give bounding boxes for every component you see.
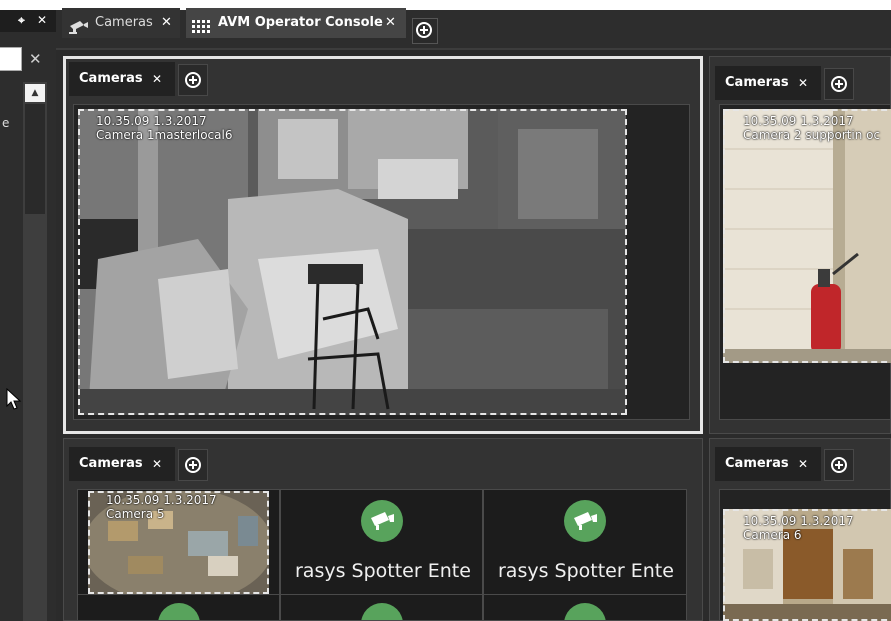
camera-name: Camera 6 bbox=[743, 528, 802, 542]
add-tab-icon bbox=[185, 72, 201, 88]
camera-timestamp: 10.35.09 1.3.2017 bbox=[106, 493, 217, 507]
scroll-up-icon[interactable]: ▲ bbox=[25, 84, 45, 102]
panel-tab-label: Cameras bbox=[79, 71, 143, 86]
pin-icon[interactable]: ⌖ bbox=[18, 13, 25, 28]
add-view-button[interactable] bbox=[824, 449, 854, 481]
panel-tab-label: Cameras bbox=[79, 456, 143, 471]
panel-tab-cameras[interactable]: Cameras ✕ bbox=[715, 66, 821, 100]
mouse-cursor-icon bbox=[6, 387, 22, 414]
camera-name: Camera 2 supportin oc bbox=[743, 128, 881, 142]
add-tab-icon bbox=[831, 457, 847, 473]
clear-search-icon[interactable]: ✕ bbox=[29, 50, 42, 68]
tab-avm-operator-console[interactable]: AVM Operator Console ✕ bbox=[186, 8, 406, 38]
camera-icon bbox=[68, 16, 90, 46]
close-icon[interactable]: ✕ bbox=[37, 13, 47, 27]
app-window: ⌖ ✕ ✕ e ▲ Cameras ✕ AVM Operator Console… bbox=[0, 0, 891, 621]
empty-cell-label: rasys Spotter Ente bbox=[498, 560, 674, 582]
panel-tab-cameras[interactable]: Cameras ✕ bbox=[69, 62, 175, 96]
add-tab-icon bbox=[416, 22, 432, 38]
camera-feed-1[interactable]: 10.35.09 1.3.2017 Camera 1masterlocal6 bbox=[78, 109, 626, 415]
add-view-button[interactable] bbox=[178, 64, 208, 96]
panel-tab-label: Cameras bbox=[725, 456, 789, 471]
camera-overlay: 10.35.09 1.3.2017 Camera 5 bbox=[106, 493, 217, 521]
add-tab-button[interactable] bbox=[412, 18, 438, 44]
close-icon[interactable]: ✕ bbox=[152, 62, 162, 96]
camera-feed-2[interactable]: 10.35.09 1.3.2017 Camera 2 supportin oc bbox=[723, 109, 891, 363]
grid-cell-empty[interactable] bbox=[280, 594, 483, 621]
camera-timestamp: 10.35.09 1.3.2017 bbox=[743, 114, 854, 128]
panel-tab-cameras[interactable]: Cameras ✕ bbox=[69, 447, 175, 481]
empty-cell-label: rasys Spotter Ente bbox=[295, 560, 471, 582]
camera-name: Camera 1masterlocal6 bbox=[96, 128, 233, 142]
dock-search-input[interactable] bbox=[0, 47, 22, 71]
camera-overlay: 10.35.09 1.3.2017 Camera 1masterlocal6 bbox=[96, 114, 232, 142]
camera-timestamp: 10.35.09 1.3.2017 bbox=[96, 114, 207, 128]
camera-icon bbox=[158, 603, 200, 620]
camera-name: Camera 5 bbox=[106, 507, 165, 521]
close-icon[interactable]: ✕ bbox=[798, 66, 808, 100]
window-tab-bar bbox=[56, 10, 891, 50]
panel-tab-label: Cameras bbox=[725, 75, 789, 90]
camera-feed-6[interactable]: 10.35.09 1.3.2017 Camera 6 bbox=[723, 509, 891, 621]
camera-overlay: 10.35.09 1.3.2017 Camera 6 bbox=[743, 514, 854, 542]
dock-header: ⌖ ✕ bbox=[0, 10, 56, 32]
add-tab-icon bbox=[831, 76, 847, 92]
camera-icon bbox=[361, 603, 403, 620]
camera-timestamp: 10.35.09 1.3.2017 bbox=[743, 514, 854, 528]
grid-cell-empty[interactable]: rasys Spotter Ente bbox=[483, 489, 687, 595]
camera-overlay: 10.35.09 1.3.2017 Camera 2 supportin oc bbox=[743, 114, 880, 142]
close-icon[interactable]: ✕ bbox=[152, 447, 162, 481]
add-tab-icon bbox=[185, 457, 201, 473]
camera-feed-5[interactable]: 10.35.09 1.3.2017 Camera 5 bbox=[88, 491, 269, 594]
panel-tab-cameras[interactable]: Cameras ✕ bbox=[715, 447, 821, 481]
camera-icon bbox=[564, 500, 606, 542]
tab-label: Cameras bbox=[95, 15, 153, 30]
grid-cell-empty[interactable] bbox=[77, 594, 280, 621]
grid-cell-empty[interactable]: rasys Spotter Ente bbox=[280, 489, 483, 595]
camera-icon bbox=[361, 500, 403, 542]
add-view-button[interactable] bbox=[824, 68, 854, 100]
close-icon[interactable]: ✕ bbox=[385, 8, 396, 38]
scrollbar-thumb[interactable] bbox=[25, 104, 45, 214]
close-icon[interactable]: ✕ bbox=[798, 447, 808, 481]
tab-label: AVM Operator Console bbox=[218, 15, 383, 30]
grid-cell-empty[interactable] bbox=[483, 594, 687, 621]
grid-cell-camera-5[interactable]: 10.35.09 1.3.2017 Camera 5 bbox=[77, 489, 280, 595]
close-icon[interactable]: ✕ bbox=[161, 8, 172, 38]
add-view-button[interactable] bbox=[178, 449, 208, 481]
grid-icon bbox=[192, 16, 214, 46]
tab-cameras[interactable]: Cameras ✕ bbox=[62, 8, 180, 38]
camera-icon bbox=[564, 603, 606, 620]
dock-partial-label: e bbox=[2, 116, 10, 130]
